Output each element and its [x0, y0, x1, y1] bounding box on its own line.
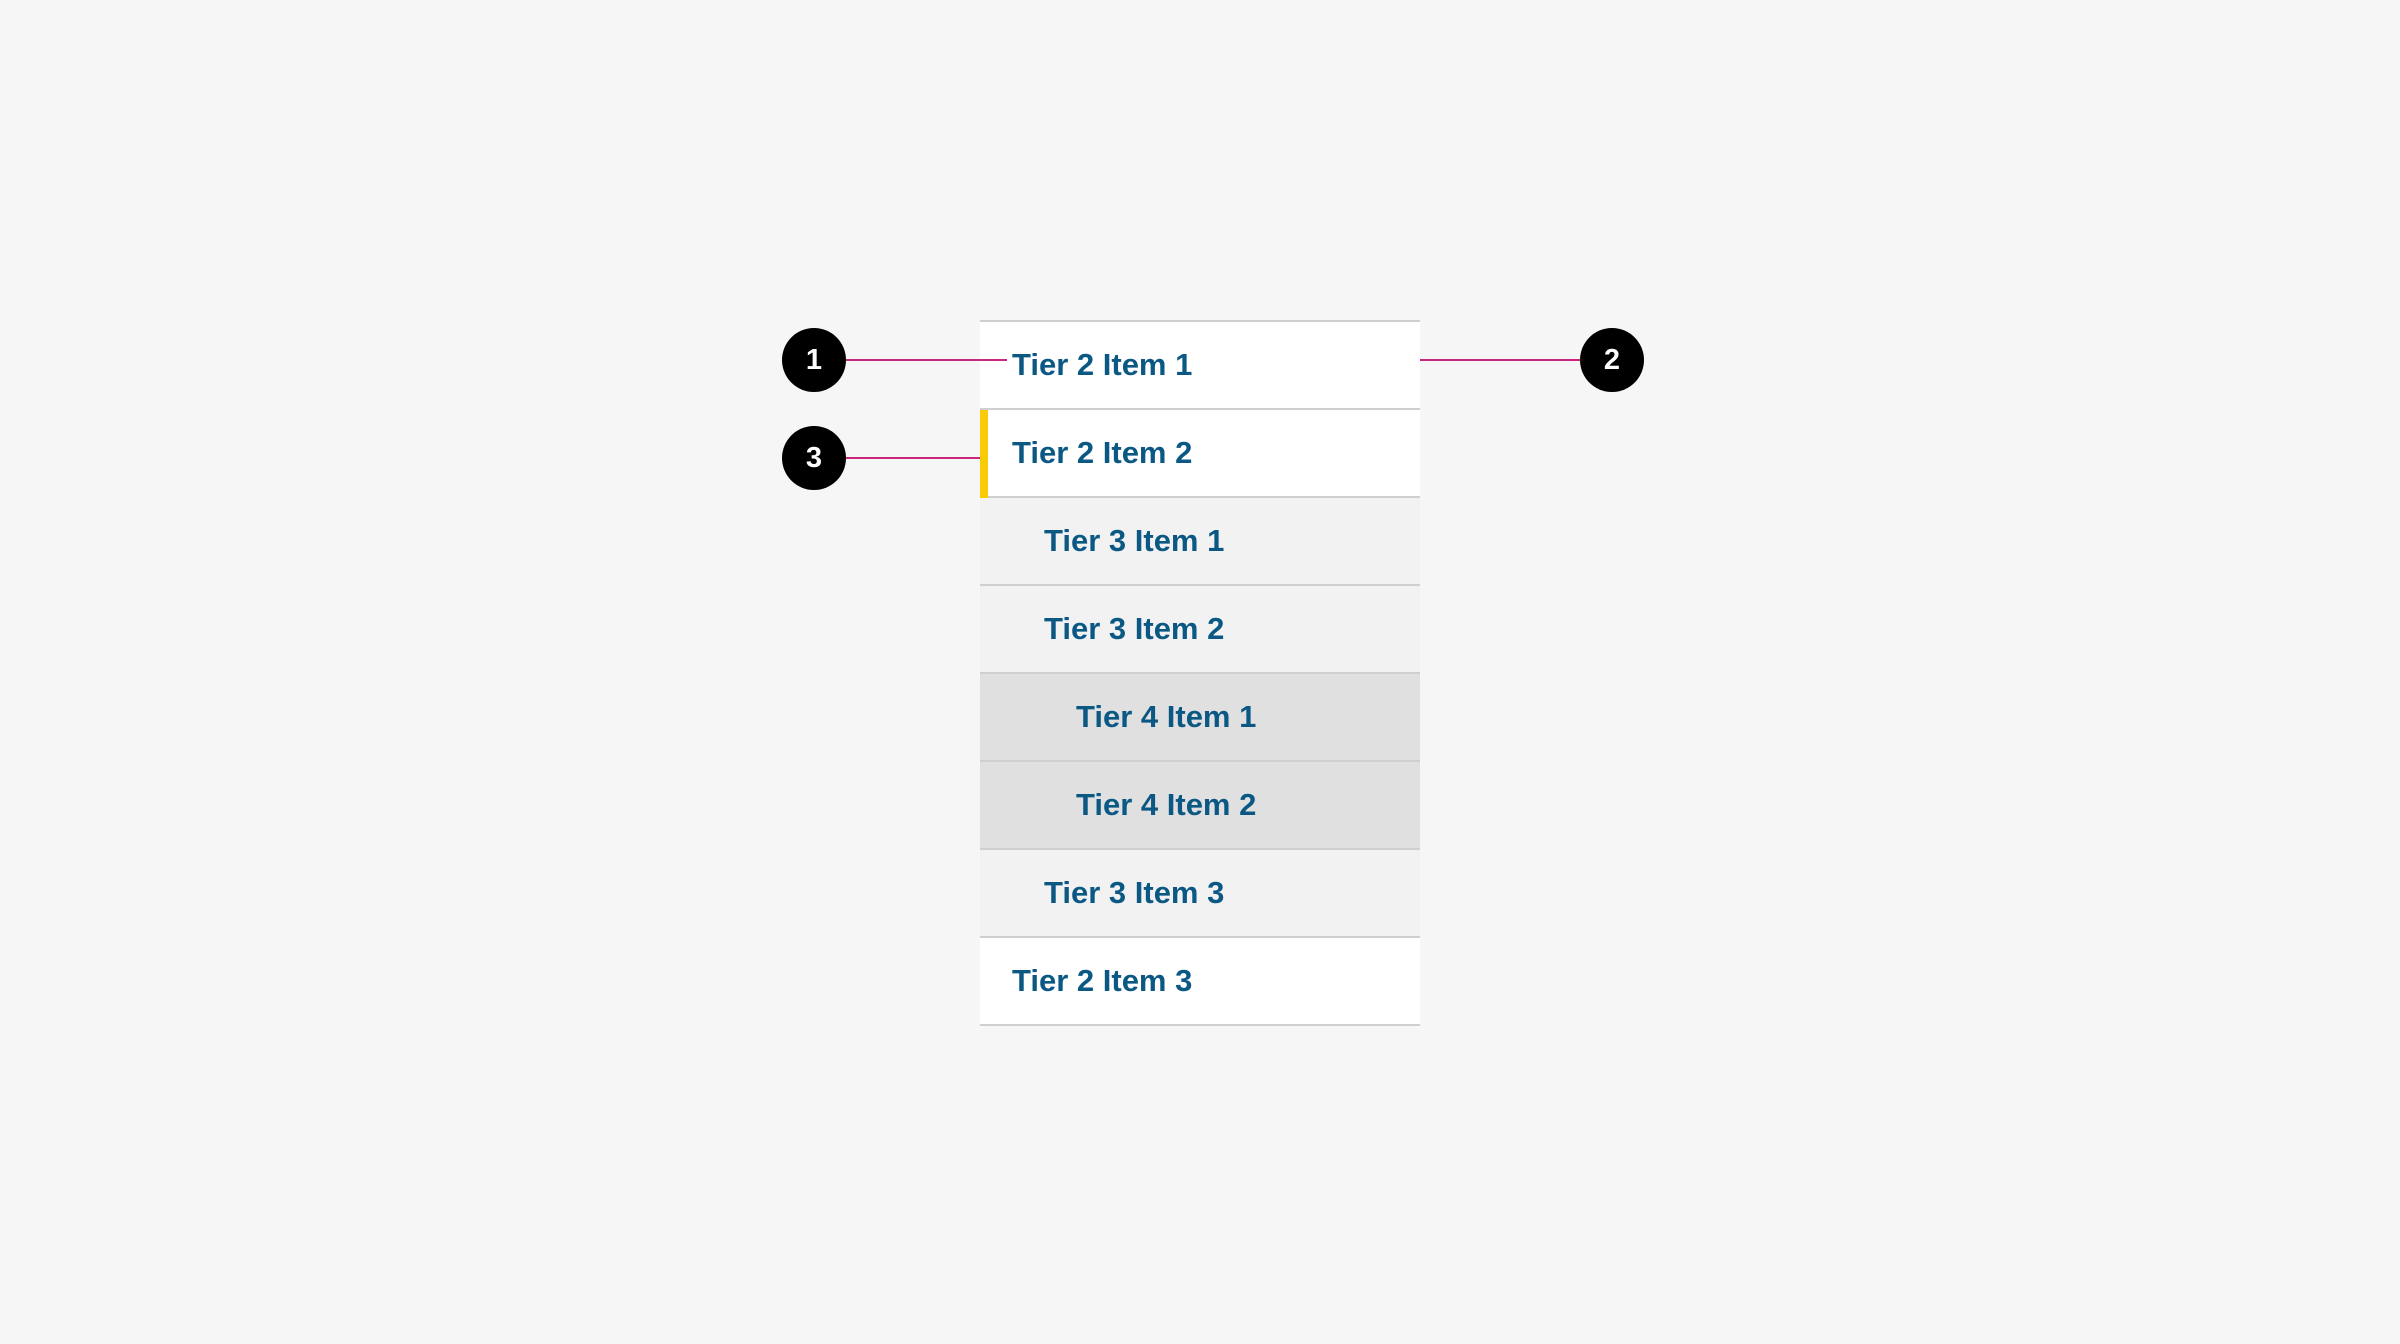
menu-item-tier3-item2[interactable]: Tier 3 Item 2 [980, 586, 1420, 674]
leader-line-2 [1420, 359, 1580, 361]
menu-item-label: Tier 2 Item 2 [1012, 435, 1193, 470]
menu-item-label: Tier 2 Item 1 [1012, 347, 1193, 382]
menu-item-tier2-item3[interactable]: Tier 2 Item 3 [980, 938, 1420, 1026]
annotation-marker-1: 1 [782, 328, 846, 392]
menu-item-label: Tier 3 Item 1 [1044, 523, 1225, 558]
menu-item-label: Tier 4 Item 1 [1076, 699, 1257, 734]
menu-item-tier4-item2[interactable]: Tier 4 Item 2 [980, 762, 1420, 850]
menu-item-tier4-item1[interactable]: Tier 4 Item 1 [980, 674, 1420, 762]
annotation-marker-3: 3 [782, 426, 846, 490]
menu-item-label: Tier 2 Item 3 [1012, 963, 1193, 998]
menu-item-label: Tier 4 Item 2 [1076, 787, 1257, 822]
menu-item-tier3-item3[interactable]: Tier 3 Item 3 [980, 850, 1420, 938]
menu-item-label: Tier 3 Item 3 [1044, 875, 1225, 910]
menu-item-tier2-item2[interactable]: Tier 2 Item 2 [980, 410, 1420, 498]
menu-item-label: Tier 3 Item 2 [1044, 611, 1225, 646]
side-navigation-menu: Tier 2 Item 1 Tier 2 Item 2 Tier 3 Item … [980, 320, 1420, 1026]
active-indicator [980, 410, 988, 498]
menu-item-tier2-item1[interactable]: Tier 2 Item 1 [980, 322, 1420, 410]
menu-item-tier3-item1[interactable]: Tier 3 Item 1 [980, 498, 1420, 586]
annotation-marker-2: 2 [1580, 328, 1644, 392]
leader-line-3 [846, 457, 980, 459]
leader-line-1 [846, 359, 1007, 361]
